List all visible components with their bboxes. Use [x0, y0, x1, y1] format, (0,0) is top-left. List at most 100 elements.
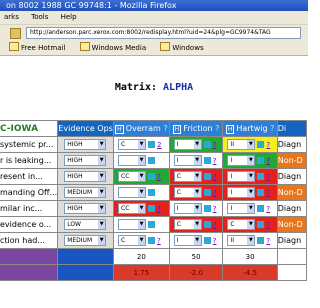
help-link[interactable]: ? [266, 173, 270, 181]
evidence-name[interactable]: resent in... [0, 168, 59, 185]
consistency-select[interactable]: C ▼ [227, 219, 256, 230]
hide-toggle[interactable]: H [115, 124, 124, 134]
hypothesis-header-hartwig[interactable]: H Hartwig ? [222, 120, 278, 137]
bookmark-windows-media[interactable]: Windows Media [77, 41, 150, 55]
consistency-select[interactable]: I ▼ [173, 235, 202, 246]
hypothesis-header-overram[interactable]: H Overram ? [113, 120, 170, 137]
note-icon[interactable] [148, 221, 156, 228]
note-icon[interactable] [148, 237, 156, 244]
consistency-select[interactable]: I ▼ [173, 203, 202, 214]
credibility-select[interactable]: HIGH ▼ [64, 171, 107, 182]
help-link[interactable]: ? [213, 173, 217, 181]
consistency-select[interactable]: I ▼ [173, 139, 202, 150]
select-value: C [176, 173, 181, 180]
consistency-select[interactable]: CC ▼ [118, 171, 147, 182]
note-icon[interactable] [257, 189, 265, 196]
help-icon[interactable]: ? [270, 124, 274, 133]
hypothesis-header-friction[interactable]: H Friction ? [168, 120, 224, 137]
evidence-name[interactable]: manding Off... [0, 184, 59, 201]
note-icon[interactable] [203, 141, 211, 148]
credibility-select[interactable]: HIGH ▼ [64, 203, 107, 214]
consistency-select[interactable]: CC ▼ [118, 203, 147, 214]
table-row: resent in... HIGH ▼ CC ▼? C ▼? I ▼? Diagn [0, 168, 308, 185]
consistency-select[interactable]: I ▼ [227, 171, 256, 182]
help-link[interactable]: 2 [157, 141, 161, 149]
help-link[interactable]: ? [213, 237, 217, 245]
help-link[interactable]: ? [266, 189, 270, 197]
consistency-select[interactable]: I ▼ [227, 155, 256, 166]
consistency-select[interactable]: II ▼ [227, 139, 256, 150]
note-icon[interactable] [148, 141, 156, 148]
note-icon[interactable] [257, 237, 265, 244]
evidence-ops-header[interactable]: Evidence Ops [57, 120, 115, 137]
url-input[interactable]: http://anderson.parc.xerox.com:8002/redi… [26, 27, 301, 39]
note-icon[interactable] [257, 141, 265, 148]
help-link[interactable]: ? [266, 237, 270, 245]
evidence-name[interactable]: systemic pr... [0, 136, 59, 153]
note-icon[interactable] [148, 205, 156, 212]
credibility-select[interactable]: HIGH ▼ [64, 155, 107, 166]
note-icon[interactable] [203, 205, 211, 212]
bookmark-hotmail[interactable]: Free Hotmail [6, 41, 68, 55]
consistency-select[interactable]: II ▼ [227, 235, 256, 246]
note-icon[interactable] [203, 237, 211, 244]
help-link[interactable]: ? [266, 221, 270, 229]
select-value: CC [121, 205, 130, 212]
evidence-name[interactable]: ction had... [0, 232, 59, 249]
help-link[interactable]: ? [266, 205, 270, 213]
note-icon[interactable] [203, 173, 211, 180]
note-icon[interactable] [257, 205, 265, 212]
evidence-name[interactable]: evidence o... [0, 216, 59, 233]
credibility-select[interactable]: HIGH ▼ [64, 139, 107, 150]
menu-bookmarks[interactable]: arks [4, 13, 19, 21]
consistency-select[interactable]: C ▼ [118, 139, 147, 150]
consistency-select[interactable]: C ▼ [173, 187, 202, 198]
note-icon[interactable] [203, 189, 211, 196]
help-icon[interactable]: ? [215, 124, 219, 133]
consistency-select[interactable]: ▼ [118, 187, 147, 198]
bookmark-windows[interactable]: Windows [157, 41, 206, 55]
menu-help[interactable]: Help [61, 13, 77, 21]
credibility-select[interactable]: MEDIUM ▼ [64, 235, 107, 246]
help-link[interactable]: ? [213, 157, 217, 165]
consistency-select[interactable]: ▼ [118, 155, 147, 166]
help-icon[interactable]: ? [163, 124, 167, 133]
help-link[interactable]: ? [266, 157, 270, 165]
note-icon[interactable] [203, 157, 211, 164]
help-link[interactable]: ? [266, 141, 270, 149]
evidence-ops-cell: HIGH ▼ [57, 136, 115, 153]
help-link[interactable]: ? [157, 237, 161, 245]
credibility-select[interactable]: LOW ▼ [64, 219, 107, 230]
note-icon[interactable] [257, 221, 265, 228]
note-icon[interactable] [257, 157, 265, 164]
help-link[interactable]: ? [213, 141, 217, 149]
credibility-select[interactable]: MEDIUM ▼ [64, 187, 107, 198]
help-link[interactable]: ? [213, 189, 217, 197]
menu-tools[interactable]: Tools [31, 13, 48, 21]
consistency-select[interactable]: I ▼ [173, 155, 202, 166]
note-icon[interactable] [148, 173, 156, 180]
note-icon[interactable] [203, 221, 211, 228]
weight-value[interactable]: 20 [113, 248, 170, 265]
note-icon[interactable] [148, 189, 156, 196]
hide-toggle[interactable]: H [225, 124, 235, 134]
help-link[interactable]: ? [157, 205, 161, 213]
consistency-select[interactable]: C ▼ [173, 171, 202, 182]
diagnosticity-cell: Non-D [276, 216, 308, 233]
consistency-select[interactable]: I ▼ [227, 187, 256, 198]
evidence-name[interactable]: r is leaking... [0, 152, 59, 169]
note-icon[interactable] [257, 173, 265, 180]
consistency-cell: I ▼? [222, 168, 278, 185]
evidence-name[interactable]: milar inc... [0, 200, 59, 217]
consistency-select[interactable]: I ▼ [227, 203, 256, 214]
weight-value[interactable]: 50 [168, 248, 224, 265]
consistency-select[interactable]: ▼ [118, 219, 147, 230]
note-icon[interactable] [148, 157, 156, 164]
hide-toggle[interactable]: H [172, 124, 182, 134]
help-link[interactable]: ? [213, 205, 217, 213]
consistency-select[interactable]: C ▼ [173, 219, 202, 230]
help-link[interactable]: ? [157, 173, 161, 181]
help-link[interactable]: ? [213, 221, 217, 229]
weight-value[interactable]: 30 [222, 248, 278, 265]
consistency-select[interactable]: C ▼ [118, 235, 147, 246]
